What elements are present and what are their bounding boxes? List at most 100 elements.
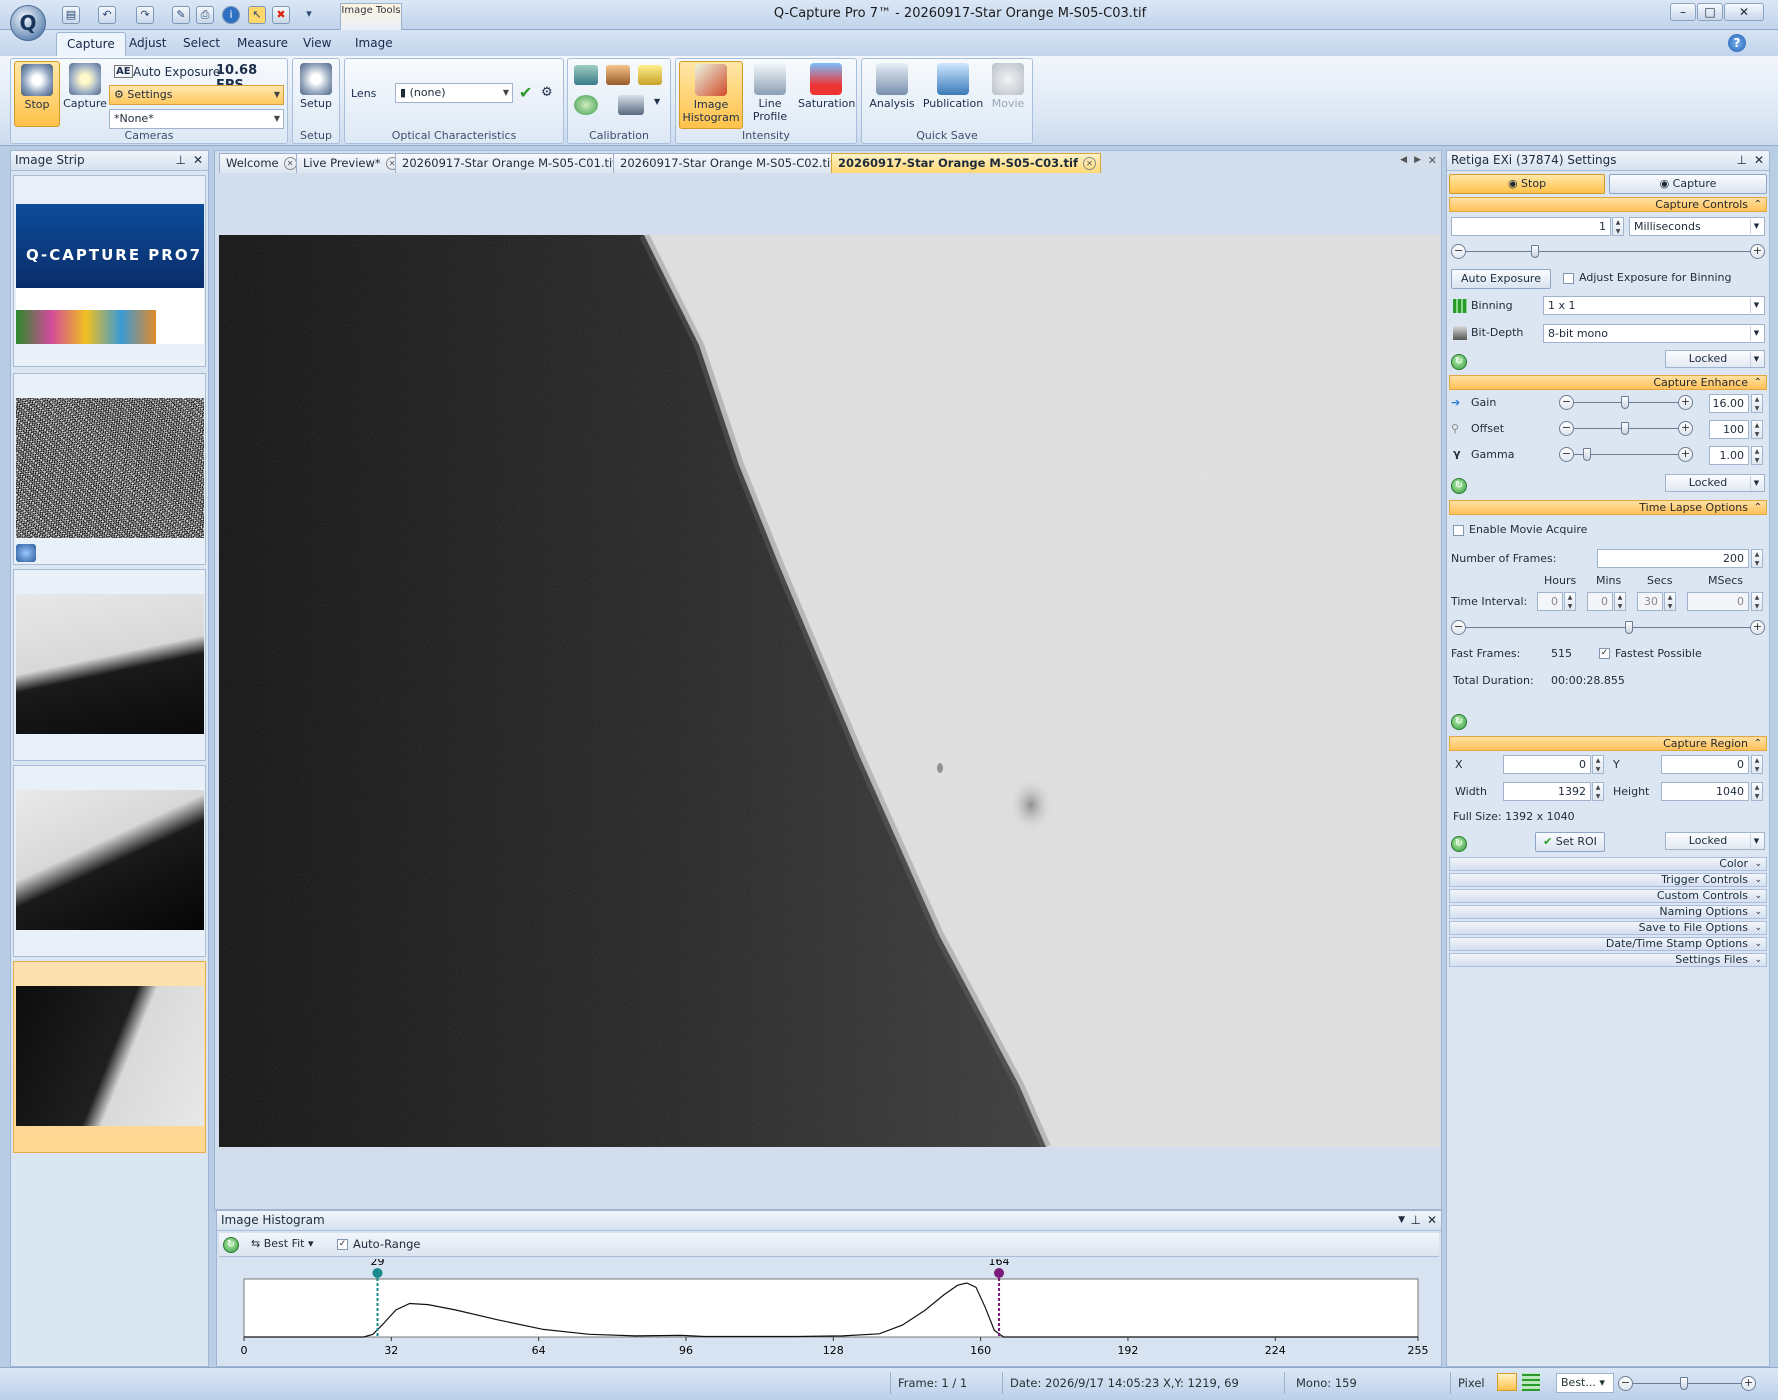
save-to-file-header[interactable]: Save to File Options ⌄ <box>1449 921 1767 935</box>
gamma-slider[interactable]: − + <box>1559 447 1693 463</box>
close-panel-icon[interactable]: ✕ <box>1754 151 1764 170</box>
high-marker-handle[interactable] <box>994 1268 1005 1278</box>
strip-thumb-c01[interactable] <box>13 569 206 761</box>
zoom-slider[interactable]: − + <box>1618 1376 1756 1392</box>
calibration-ruler-icon[interactable] <box>638 65 662 85</box>
time-lapse-header[interactable]: Time Lapse Options ⌃ <box>1449 500 1767 515</box>
region-lock-dropdown[interactable]: Locked ▼ <box>1665 832 1765 850</box>
close-document-icon[interactable]: ✕ <box>1428 154 1437 167</box>
doc-tab-c03[interactable]: 20260917-Star Orange M-S05-C03.tif ✕ <box>831 153 1101 173</box>
publication-button[interactable]: Publication <box>922 61 984 127</box>
auto-range-checkbox[interactable]: ✓ <box>337 1239 348 1250</box>
slider-thumb[interactable] <box>1625 621 1633 634</box>
help-icon[interactable]: ? <box>1728 34 1746 52</box>
interval-msecs-spinner[interactable]: ▲ ▼ <box>1751 592 1763 611</box>
exposure-input[interactable]: 1 <box>1451 217 1611 236</box>
image-histogram-button[interactable]: Image Histogram <box>679 61 743 129</box>
set-roi-button[interactable]: ✔ Set ROI <box>1535 832 1605 852</box>
datetime-stamp-header[interactable]: Date/Time Stamp Options ⌄ <box>1449 937 1767 951</box>
tab-select[interactable]: Select <box>173 32 230 56</box>
interval-hours-spinner[interactable]: ▲ ▼ <box>1564 592 1576 611</box>
binning-dropdown[interactable]: 1 x 1 ▼ <box>1543 296 1765 315</box>
saturation-button[interactable]: Saturation <box>798 61 855 127</box>
zoom-dropdown[interactable]: Best... ▾ <box>1556 1373 1614 1393</box>
region-width-spinner[interactable]: ▲ ▼ <box>1592 782 1604 801</box>
histogram-chart[interactable]: 0 32 64 96 128 160 192 224 255 29 164 <box>217 1259 1443 1367</box>
doc-tab-live-preview[interactable]: Live Preview* ✕ <box>296 153 404 173</box>
image-canvas[interactable] <box>219 235 1440 1147</box>
auto-exposure-toggle[interactable]: Auto Exposure <box>133 65 220 79</box>
panel-menu-chevron-icon[interactable]: ▼ <box>1398 1211 1405 1230</box>
delete-icon[interactable]: ✖ <box>272 6 290 24</box>
gain-input[interactable]: 16.00 <box>1709 394 1749 413</box>
adjust-binning-checkbox[interactable] <box>1563 273 1574 284</box>
close-panel-icon[interactable]: ✕ <box>1427 1211 1437 1230</box>
exposure-unit-dropdown[interactable]: Milliseconds ▼ <box>1629 217 1765 236</box>
app-logo-button[interactable]: Q <box>10 5 46 41</box>
interval-secs-input[interactable]: 30 <box>1637 592 1663 611</box>
slider-thumb[interactable] <box>1680 1377 1688 1390</box>
quick-access-undo-icon[interactable]: ↶ <box>98 6 116 24</box>
enhance-lock-dropdown[interactable]: Locked ▼ <box>1665 474 1765 492</box>
quick-access-print-icon[interactable]: ⎙ <box>196 6 214 24</box>
interval-mins-spinner[interactable]: ▲ ▼ <box>1614 592 1626 611</box>
low-marker-handle[interactable] <box>372 1268 383 1278</box>
tab-measure[interactable]: Measure <box>227 32 298 56</box>
doc-tab-c02[interactable]: 20260917-Star Orange M-S05-C02.tif✕ <box>613 153 858 173</box>
strip-thumb-welcome[interactable]: Q-CAPTURE PRO7 <box>13 175 206 367</box>
calibration-camera-dropdown-icon[interactable] <box>618 95 644 115</box>
close-window-button[interactable]: ✕ <box>1724 3 1764 21</box>
region-x-input[interactable]: 0 <box>1503 755 1591 774</box>
calibration-refresh-icon[interactable] <box>574 95 598 115</box>
strip-thumb-c02[interactable] <box>13 765 206 957</box>
frames-input[interactable]: 200 <box>1597 549 1749 568</box>
gamma-input[interactable]: 1.00 <box>1709 446 1749 465</box>
tab-scroll-left-icon[interactable]: ◀ <box>1400 155 1407 165</box>
calibration-brush-icon[interactable] <box>606 65 630 85</box>
capture-enhance-header[interactable]: Capture Enhance ⌃ <box>1449 375 1767 390</box>
gain-slider[interactable]: − + <box>1559 395 1693 411</box>
interval-slider[interactable]: − + <box>1451 620 1765 636</box>
settings-stop-button[interactable]: ◉ Stop <box>1449 174 1605 194</box>
gamma-spinner[interactable]: ▲ ▼ <box>1751 446 1763 465</box>
info-icon[interactable]: i <box>222 6 240 24</box>
region-width-input[interactable]: 1392 <box>1503 782 1591 801</box>
slider-thumb[interactable] <box>1531 245 1539 258</box>
interval-secs-spinner[interactable]: ▲ ▼ <box>1664 592 1676 611</box>
stop-button[interactable]: Stop <box>14 61 60 127</box>
slider-thumb[interactable] <box>1621 396 1629 409</box>
tab-image[interactable]: Image <box>345 32 403 56</box>
trigger-controls-header[interactable]: Trigger Controls ⌄ <box>1449 873 1767 887</box>
quick-access-save-icon[interactable]: ▤ <box>62 6 80 24</box>
close-panel-icon[interactable]: ✕ <box>193 151 203 170</box>
naming-options-header[interactable]: Naming Options ⌄ <box>1449 905 1767 919</box>
capture-controls-lock-dropdown[interactable]: Locked ▼ <box>1665 350 1765 368</box>
lens-settings-gear-icon[interactable]: ⚙ <box>541 85 553 100</box>
minimize-button[interactable]: – <box>1670 3 1696 21</box>
strip-thumb-live-preview[interactable] <box>13 373 206 565</box>
color-section-header[interactable]: Color ⌄ <box>1449 857 1767 871</box>
region-x-spinner[interactable]: ▲ ▼ <box>1592 755 1604 774</box>
settings-dropdown[interactable]: ⚙ Settings ▼ <box>109 85 284 105</box>
slider-thumb[interactable] <box>1621 422 1629 435</box>
settings-capture-button[interactable]: ◉ Capture <box>1609 174 1767 194</box>
tab-view[interactable]: View <box>293 32 341 56</box>
capture-controls-refresh-icon[interactable]: ↻ <box>1451 354 1467 370</box>
close-tab-icon[interactable]: ✕ <box>283 157 297 170</box>
pointer-tool-icon[interactable]: ↖ <box>248 6 266 24</box>
maximize-button[interactable]: □ <box>1697 3 1723 21</box>
region-height-input[interactable]: 1040 <box>1661 782 1749 801</box>
enable-movie-checkbox[interactable] <box>1453 525 1464 536</box>
pin-icon[interactable]: ⊥ <box>176 151 186 170</box>
capture-button[interactable]: Capture <box>62 61 108 127</box>
settings-files-header[interactable]: Settings Files ⌄ <box>1449 953 1767 967</box>
analysis-button[interactable]: Analysis <box>866 61 918 127</box>
customize-quick-access-icon[interactable]: ▾ <box>300 6 318 24</box>
offset-spinner[interactable]: ▲ ▼ <box>1751 420 1763 439</box>
offset-slider[interactable]: − + <box>1559 421 1693 437</box>
calibration-camera-icon[interactable] <box>574 65 598 85</box>
pin-icon[interactable]: ⊥ <box>1737 151 1747 170</box>
close-tab-icon[interactable]: ✕ <box>1082 157 1096 170</box>
offset-input[interactable]: 100 <box>1709 420 1749 439</box>
exposure-spinner[interactable]: ▲ ▼ <box>1612 217 1624 236</box>
